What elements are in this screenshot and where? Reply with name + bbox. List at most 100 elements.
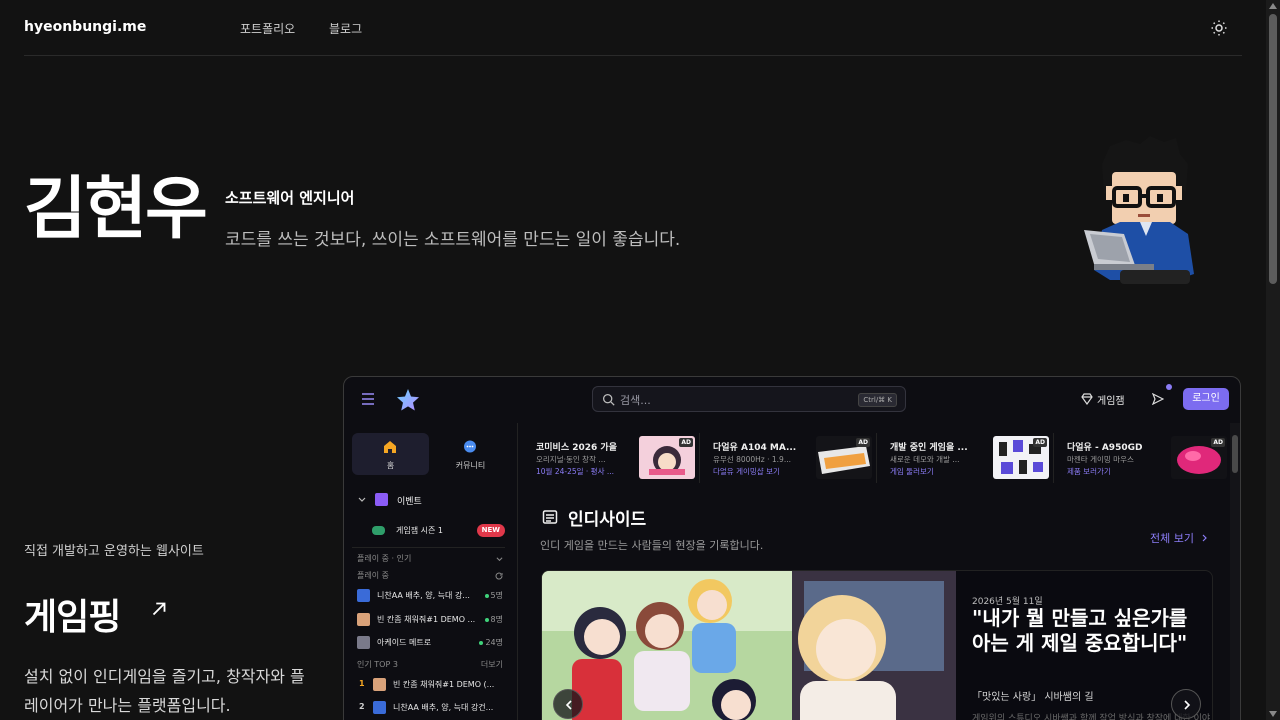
gamejam-link[interactable]: 게임잼 — [1097, 392, 1125, 407]
sidebar-tab-home[interactable]: 홈 — [352, 433, 429, 475]
project-label: 직접 개발하고 운영하는 웹사이트 — [24, 544, 204, 559]
chevron-down-icon[interactable] — [496, 556, 503, 563]
ad-card[interactable]: 개발 중인 게임을 ... 새로운 데모와 개발 ... 게임 둘러보기 AD — [878, 433, 1054, 483]
carousel-next-button[interactable] — [1171, 689, 1201, 719]
view-all-label: 전체 보기 — [1150, 532, 1194, 545]
ad-link[interactable]: 게임 둘러보기 — [890, 466, 934, 477]
login-button[interactable]: 로그인 — [1183, 388, 1229, 410]
scroll-down-arrow-icon[interactable] — [1269, 711, 1277, 717]
home-icon — [384, 441, 396, 453]
app-header: 검색... Ctrl/⌘ K 게임잼 로그인 — [344, 377, 1240, 423]
notification-dot — [1166, 384, 1172, 390]
ad-card[interactable]: 다얼유 - A950GD 마젠타 게이밍 마우스 제품 보러가기 AD — [1055, 433, 1231, 483]
gamepad-icon — [372, 526, 385, 535]
section-title: 인디사이드 — [568, 510, 647, 530]
ad-card[interactable]: 다얼유 A104 MA... 유무선 8000Hz · 1.9... 다얼유 게… — [701, 433, 877, 483]
gem-icon — [1081, 393, 1093, 405]
newspaper-icon — [542, 510, 558, 524]
arrow-up-right-icon[interactable] — [148, 598, 170, 620]
search-shortcut-hint: Ctrl/⌘ K — [858, 393, 897, 407]
ad-badge: AD — [1033, 438, 1047, 447]
sidebar-divider — [352, 547, 505, 548]
pixel-avatar-illustration — [1084, 136, 1194, 284]
search-icon — [602, 393, 615, 406]
playing-item[interactable]: 아케이드 메트로 24명 — [357, 636, 503, 650]
game-thumbnail — [373, 678, 386, 691]
article-subtitle: 「맛있는 사랑」 시바쌤의 길 — [972, 692, 1094, 703]
app-scrollbar[interactable] — [1230, 423, 1240, 720]
chevron-down-icon — [358, 497, 366, 502]
scroll-up-arrow-icon[interactable] — [1269, 3, 1277, 9]
ad-title: 다얼유 - A950GD — [1067, 443, 1143, 453]
refresh-icon[interactable] — [495, 572, 503, 580]
player-count: 8명 — [484, 614, 503, 625]
ad-card[interactable]: 코미비스 2026 가을 오리지널·동인 창작 ... 10월 24-25일 ·… — [524, 433, 700, 483]
view-all-link[interactable]: 전체 보기 — [1150, 530, 1209, 546]
send-icon[interactable] — [1152, 393, 1164, 405]
sidebar-event-group[interactable]: 이벤트 — [352, 493, 505, 507]
playing-popular-label: 플레이 중 · 인기 — [357, 554, 412, 563]
sidebar-tab-community[interactable]: 커뮤니티 — [432, 433, 509, 475]
project-title[interactable]: 게임핑 — [24, 588, 121, 640]
sidebar-tab-label: 커뮤니티 — [455, 461, 486, 470]
sidebar-event-label: 이벤트 — [397, 497, 422, 507]
playing-item[interactable]: 니찬AA 배추, 양, 늑대 강... 5명 — [357, 589, 503, 603]
online-dot-icon — [484, 593, 489, 598]
calendar-icon — [375, 493, 388, 506]
ad-title: 개발 중인 게임을 ... — [890, 443, 968, 453]
app-sidebar: 홈 커뮤니티 이벤트 게임잼 시즌 1 NEW 플레이 중 · 인기 플레이 중… — [344, 423, 518, 720]
ad-badge: AD — [679, 438, 693, 447]
sidebar-item-gamejam[interactable]: 게임잼 시즌 1 NEW — [352, 524, 505, 538]
chevron-right-icon — [1184, 700, 1191, 710]
ad-title: 코미비스 2026 가을 — [536, 443, 617, 453]
sun-icon[interactable] — [1210, 19, 1228, 37]
nav-link-portfolio[interactable]: 포트폴리오 — [240, 20, 295, 37]
search-placeholder: 검색... — [620, 394, 651, 407]
ad-badge: AD — [1211, 438, 1225, 447]
top-game-item[interactable]: 1 빈 칸좀 채워줘#1 DEMO (... — [357, 678, 503, 692]
article-headline: "내가 뭘 만들고 싶은가를 아는 게 제일 중요합니다" — [972, 606, 1188, 655]
ad-link[interactable]: 제품 보러가기 — [1067, 466, 1111, 477]
top3-label: 인기 TOP 3 — [357, 660, 398, 669]
game-thumbnail — [357, 613, 370, 626]
ad-subtitle: 새로운 데모와 개발 ... — [890, 455, 960, 464]
playing-item[interactable]: 빈 칸좀 채워줘#1 DEMO ... 8명 — [357, 613, 503, 627]
ad-subtitle: 오리지널·동인 창작 ... — [536, 455, 606, 464]
app-scrollbar-thumb[interactable] — [1232, 435, 1238, 473]
game-title: 니찬AA 배추, 양, 늑대 강건... — [393, 703, 494, 712]
chevron-left-icon — [565, 700, 572, 710]
hero-tagline: 코드를 쓰는 것보다, 쓰이는 소프트웨어를 만드는 일이 좋습니다. — [225, 230, 681, 250]
chat-bubble-icon — [464, 440, 476, 453]
game-title: 아케이드 메트로 — [377, 638, 432, 647]
menu-icon[interactable] — [361, 392, 375, 406]
page-scrollbar[interactable] — [1266, 0, 1280, 720]
game-thumbnail — [357, 636, 370, 649]
star-logo-icon[interactable] — [396, 388, 420, 412]
more-link[interactable]: 더보기 — [481, 659, 503, 670]
ad-subtitle: 유무선 8000Hz · 1.9... — [713, 455, 791, 464]
top-game-item[interactable]: 2 니찬AA 배추, 양, 늑대 강건... — [357, 701, 503, 715]
player-count: 5명 — [484, 590, 503, 601]
featured-article-illustration — [542, 571, 956, 720]
site-brand[interactable]: hyeonbungi.me — [24, 19, 146, 35]
playing-label: 플레이 중 — [357, 571, 389, 580]
game-title: 빈 칸좀 채워줘#1 DEMO (... — [393, 680, 495, 689]
game-thumbnail — [357, 589, 370, 602]
game-title: 빈 칸좀 채워줘#1 DEMO ... — [377, 615, 476, 624]
rank-number: 2 — [359, 702, 365, 711]
nav-link-blog[interactable]: 블로그 — [329, 20, 362, 37]
page-scrollbar-thumb[interactable] — [1269, 14, 1277, 284]
ad-subtitle: 마젠타 게이밍 마우스 — [1067, 455, 1134, 464]
ad-strip: 코미비스 2026 가을 오리지널·동인 창작 ... 10월 24-25일 ·… — [524, 433, 1230, 483]
search-input[interactable]: 검색... Ctrl/⌘ K — [592, 386, 906, 412]
ad-badge: AD — [856, 438, 870, 447]
ad-link[interactable]: 10월 24-25일 · 평사 ... — [536, 466, 614, 477]
hero-role: 소프트웨어 엔지니어 — [225, 189, 355, 207]
online-dot-icon — [479, 640, 484, 645]
ad-link[interactable]: 다얼유 게이밍샵 보기 — [713, 466, 780, 477]
new-badge: NEW — [476, 524, 505, 537]
project-description: 설치 없이 인디게임을 즐기고, 창작자와 플레이어가 만나는 플랫폼입니다. — [24, 667, 305, 715]
carousel-prev-button[interactable] — [553, 689, 583, 719]
featured-article-card[interactable]: 2026년 5월 11일 "내가 뭘 만들고 싶은가를 아는 게 제일 중요합니… — [541, 570, 1213, 720]
game-title: 니찬AA 배추, 양, 늑대 강... — [377, 591, 470, 600]
